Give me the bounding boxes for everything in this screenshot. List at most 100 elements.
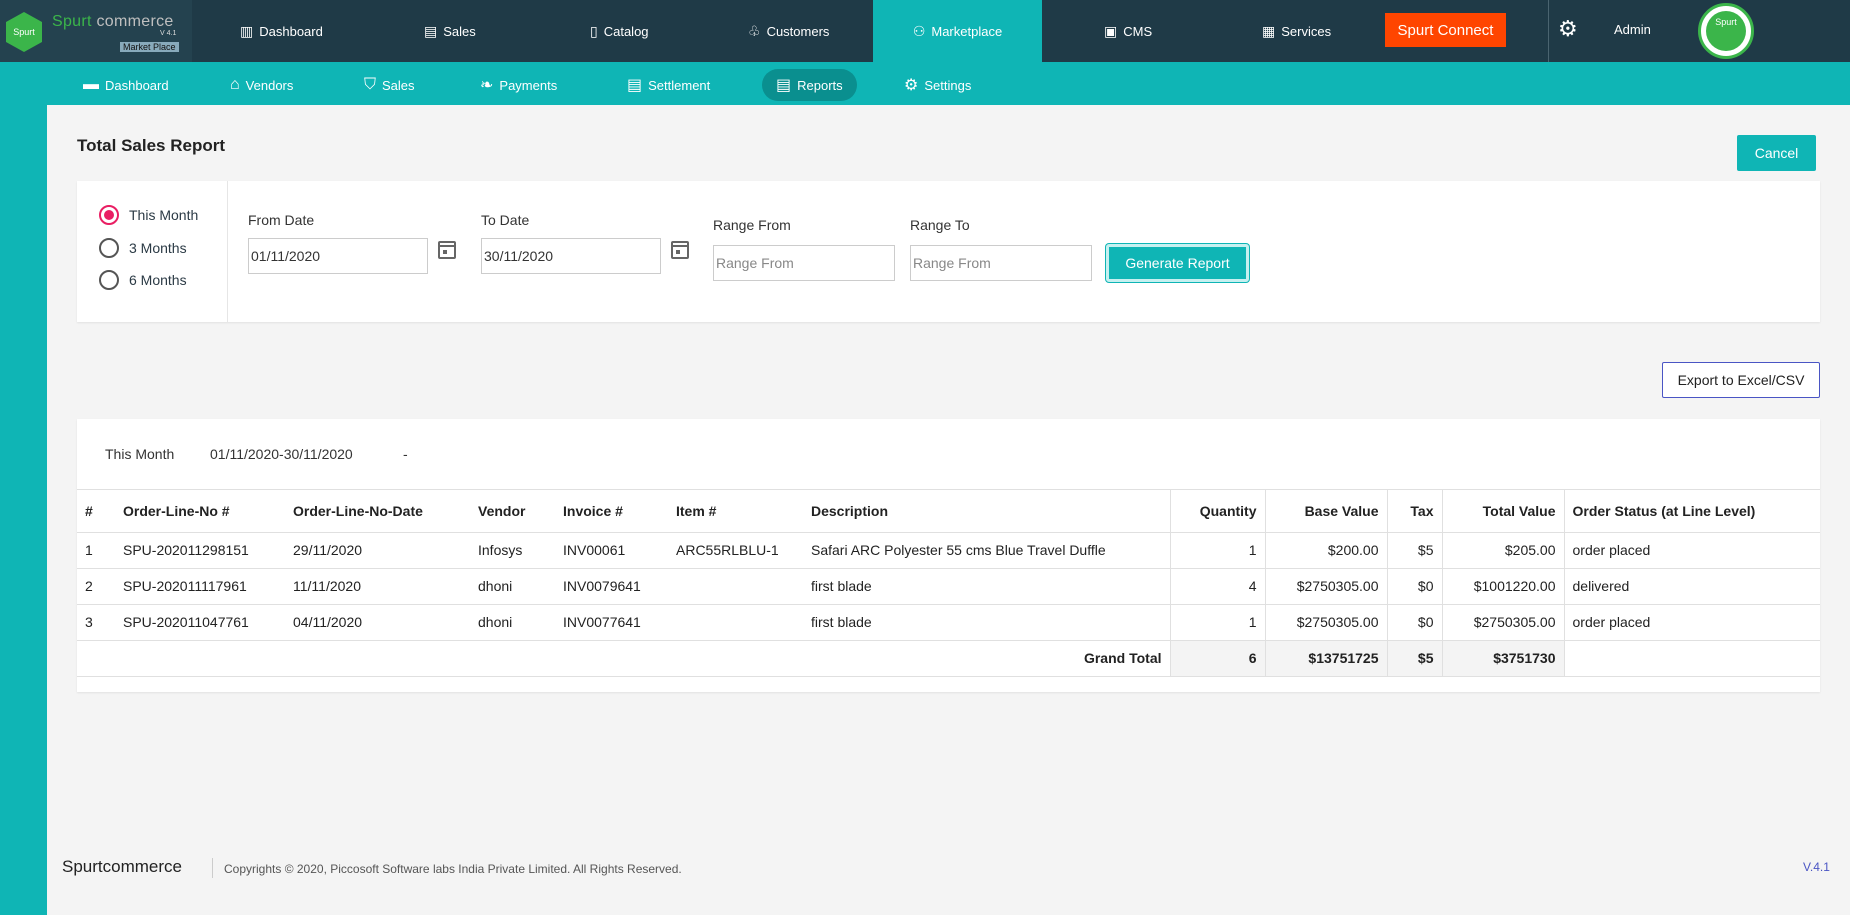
basket-icon: ⛉ — [364, 76, 377, 93]
topnav-label: CMS — [1123, 23, 1153, 39]
cell: $0 — [1386, 604, 1442, 641]
subnav-vendors[interactable]: ⌂ Vendors — [230, 69, 293, 101]
cell: dhoni — [470, 568, 555, 605]
subnav-settlement[interactable]: ▤ Settlement — [627, 69, 710, 101]
col-header: Item # — [668, 490, 803, 533]
topnav-marketplace[interactable]: ⚇ Marketplace — [873, 0, 1042, 62]
generate-report-button[interactable]: Generate Report — [1106, 244, 1249, 282]
topnav-dashboard[interactable]: ▥ Dashboard — [240, 0, 350, 62]
topnav-cms[interactable]: ▣ CMS — [1104, 0, 1174, 62]
subnav-sales[interactable]: ⛉ Sales — [364, 69, 415, 101]
cell: SPU-202011117961 — [115, 568, 285, 605]
topnav-services[interactable]: ▦ Services — [1262, 0, 1352, 62]
to-date-label: To Date — [481, 212, 530, 228]
col-header: Quantity — [1169, 490, 1265, 533]
topnav-catalog[interactable]: ▯ Catalog — [590, 0, 680, 62]
cell: order placed — [1563, 604, 1820, 641]
subnav-payments[interactable]: ❧ Payments — [480, 69, 557, 101]
cell: 29/11/2020 — [285, 532, 470, 569]
admin-label[interactable]: Admin — [1614, 22, 1651, 37]
cell: $2750305.00 — [1441, 604, 1564, 641]
gear-icon[interactable]: ⚙ — [1558, 16, 1578, 42]
bar-chart-icon: ▥ — [240, 22, 254, 39]
subnav-label: Settings — [924, 77, 972, 93]
cell: INV00061 — [555, 532, 668, 569]
topnav-label: Marketplace — [931, 23, 1003, 39]
spurt-connect-button[interactable]: Spurt Connect — [1385, 13, 1506, 47]
grand-total-row: Grand Total 6 $13751725 $5 $3751730 — [77, 640, 1820, 677]
dashboard-icon: ▬ — [83, 76, 99, 93]
calendar-icon[interactable] — [438, 241, 456, 259]
cell: ARC55RLBLU-1 — [668, 532, 803, 569]
topnav-label: Services — [1281, 23, 1332, 39]
vendors-icon: ⌂ — [230, 76, 240, 93]
logo-name-a: Spurt — [52, 13, 92, 30]
table-row: 3 SPU-202011047761 04/11/2020 dhoni INV0… — [77, 604, 1820, 641]
avatar[interactable]: Spurt — [1698, 3, 1754, 59]
table-row: 1 SPU-202011298151 29/11/2020 Infosys IN… — [77, 532, 1820, 569]
cancel-button[interactable]: Cancel — [1737, 135, 1816, 171]
cell: first blade — [803, 568, 1170, 605]
radio[interactable] — [99, 270, 119, 290]
cell: 1 — [1169, 604, 1265, 641]
col-header: Tax — [1386, 490, 1442, 533]
cell: 1 — [77, 532, 115, 569]
cell: order placed — [1563, 532, 1820, 569]
topnav-customers[interactable]: ♧ Customers — [748, 0, 858, 62]
col-header: Invoice # — [555, 490, 668, 533]
period-option-3-months[interactable]: 3 Months — [99, 238, 187, 258]
report-table: # Order-Line-No # Order-Line-No-Date Ven… — [77, 490, 1820, 677]
catalog-icon: ▯ — [590, 22, 598, 39]
range-from-label: Range From — [713, 217, 791, 233]
range-from-input[interactable]: Range From — [713, 245, 895, 281]
footer-brand: Spurtcommerce — [62, 857, 182, 876]
cell: 3 — [77, 604, 115, 641]
radio[interactable] — [99, 238, 119, 258]
period-option-this-month[interactable]: This Month — [99, 205, 198, 225]
report-period: This Month — [105, 446, 175, 462]
cell: 2 — [77, 568, 115, 605]
from-date-label: From Date — [248, 212, 315, 228]
subnav-settings[interactable]: ⚙ Settings — [904, 69, 971, 101]
topnav-label: Dashboard — [259, 23, 323, 39]
clipboard-icon: ▤ — [424, 22, 438, 39]
topnav-sales[interactable]: ▤ Sales — [424, 0, 504, 62]
calendar-icon[interactable] — [671, 241, 689, 259]
subnav-reports[interactable]: ▤ Reports — [762, 69, 857, 101]
subnav-label: Vendors — [245, 77, 294, 93]
gear-icon: ⚙ — [904, 77, 919, 94]
to-date-input[interactable]: 30/11/2020 — [481, 238, 661, 274]
export-button[interactable]: Export to Excel/CSV — [1662, 362, 1820, 398]
cell: $0 — [1386, 568, 1442, 605]
range-to-input[interactable]: Range From — [910, 245, 1092, 281]
report-dash: - — [403, 446, 408, 462]
from-date-input[interactable]: 01/11/2020 — [248, 238, 428, 274]
col-header: Order-Line-No-Date — [285, 490, 470, 533]
logo[interactable]: Spurt Spurt commerce V 4.1 Market Place — [0, 0, 192, 62]
cell — [668, 568, 803, 605]
col-header: Description — [803, 490, 1170, 533]
subnav-dashboard[interactable]: ▬ Dashboard — [83, 69, 169, 101]
logo-badge-icon: Spurt — [6, 12, 42, 52]
radio-selected[interactable] — [99, 205, 119, 225]
col-header: Vendor — [470, 490, 555, 533]
reports-icon: ▤ — [776, 77, 792, 94]
range-to-label: Range To — [910, 217, 970, 233]
period-label: 3 Months — [129, 240, 187, 256]
period-option-6-months[interactable]: 6 Months — [99, 270, 187, 290]
footer-version: V.4.1 — [1803, 860, 1830, 874]
cell: 04/11/2020 — [285, 604, 470, 641]
footer-copyright: Copyrights © 2020, Piccosoft Software la… — [224, 862, 682, 876]
user-icon: ⚇ — [912, 22, 926, 39]
cell: $1001220.00 — [1441, 568, 1564, 605]
filter-divider — [227, 181, 228, 322]
grand-total-label: Grand Total — [77, 640, 1170, 677]
col-header: Order Status (at Line Level) — [1563, 490, 1820, 533]
topnav-label: Catalog — [603, 23, 649, 39]
subnav-label: Sales — [382, 77, 415, 93]
cell: delivered — [1563, 568, 1820, 605]
col-header: # — [77, 490, 115, 533]
cell: 11/11/2020 — [285, 568, 470, 605]
cell: INV0077641 — [555, 604, 668, 641]
cell: 4 — [1169, 568, 1265, 605]
